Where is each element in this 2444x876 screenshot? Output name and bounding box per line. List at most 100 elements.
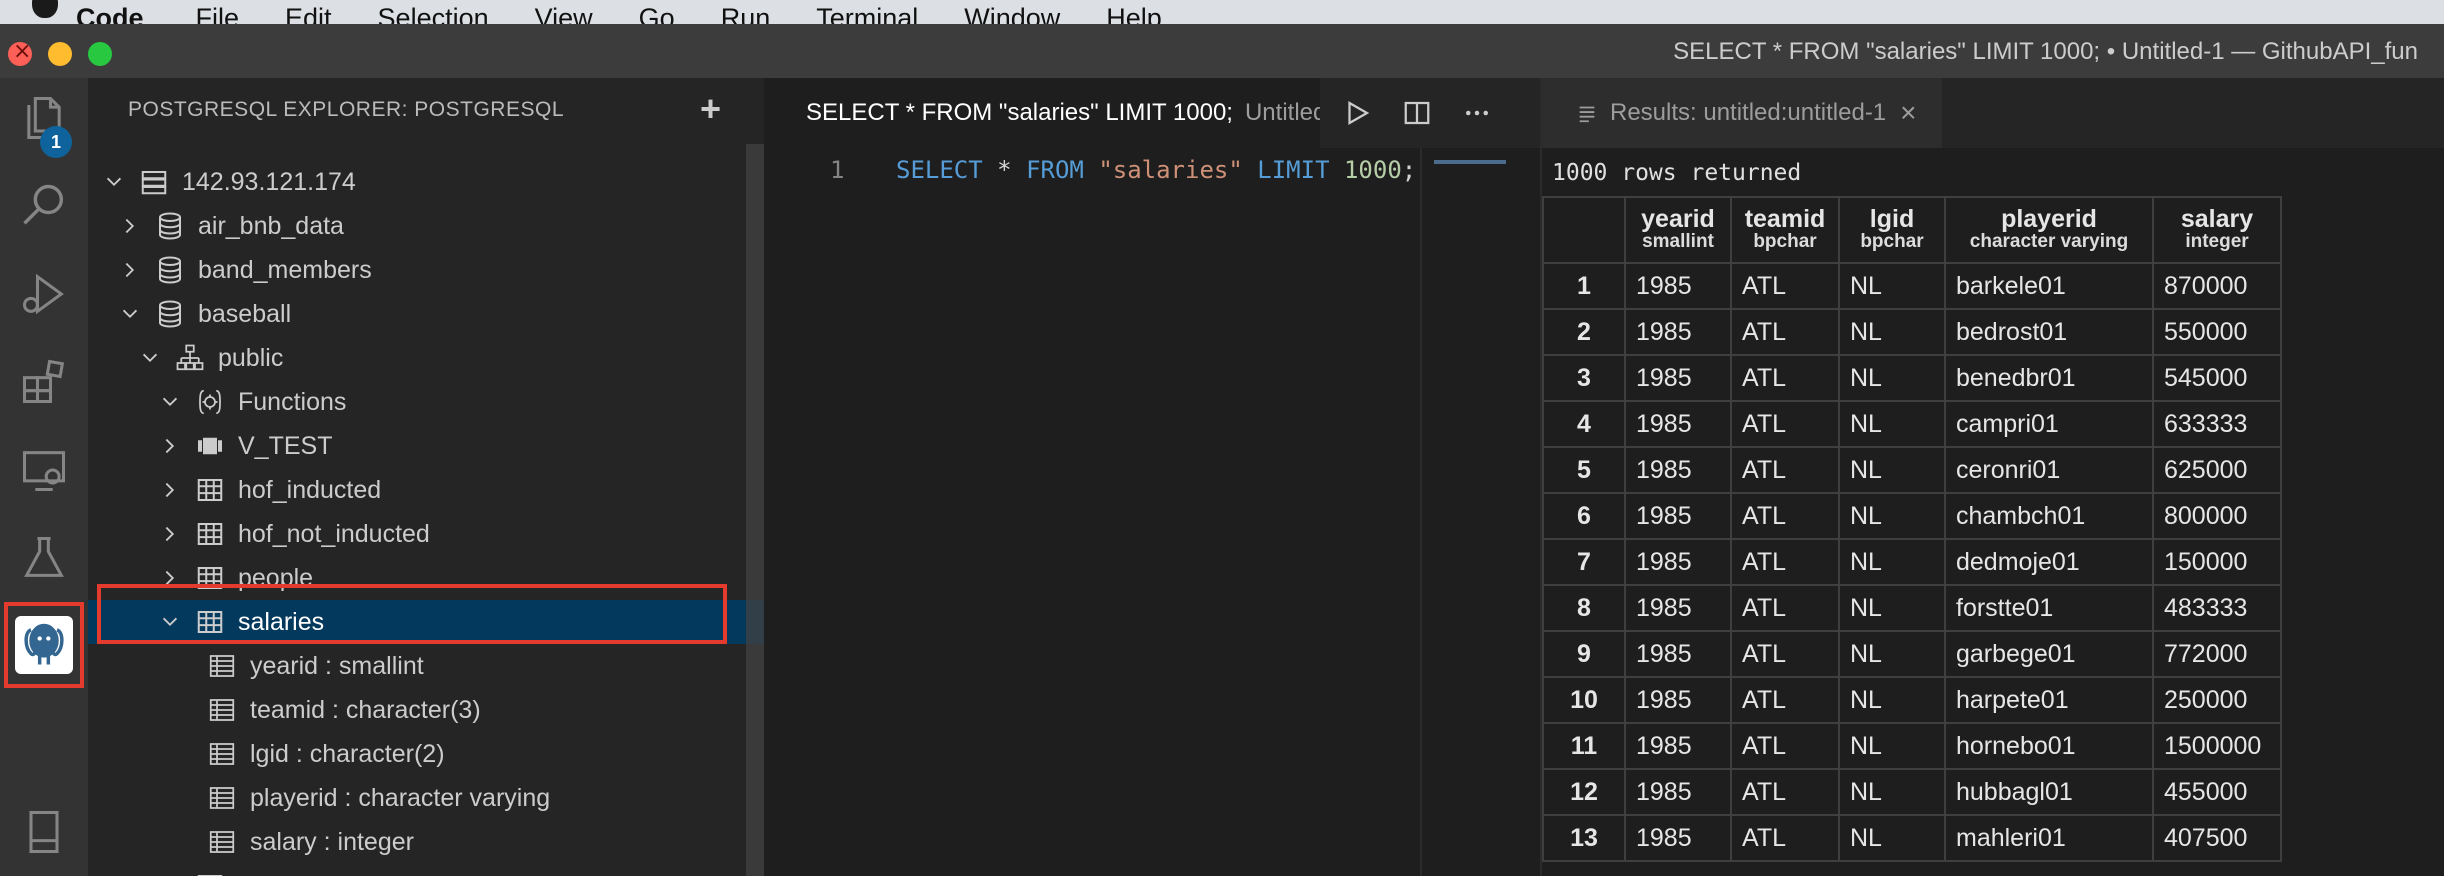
results-tab-title: Results: untitled:untitled-1 xyxy=(1610,99,1887,126)
tree-item[interactable]: people xyxy=(88,556,764,600)
chevron-down-icon[interactable] xyxy=(136,344,164,372)
menu-run[interactable]: Run xyxy=(721,5,771,25)
chevron-right-icon[interactable] xyxy=(116,256,144,284)
window-title: SELECT * FROM "salaries" LIMIT 1000; • U… xyxy=(1673,38,2418,65)
apple-icon[interactable] xyxy=(28,0,76,24)
tree-item[interactable]: lgid : character(2) xyxy=(88,732,764,776)
tree-item[interactable]: air_bnb_data xyxy=(88,204,764,248)
zoom-window-button[interactable] xyxy=(88,42,112,66)
chevron-right-icon[interactable] xyxy=(116,212,144,240)
tree-item[interactable]: salaries2 xyxy=(88,864,764,876)
bookmark-activity[interactable] xyxy=(0,792,88,872)
table-row[interactable]: 3 1985 ATL NL benedbr01 545000 xyxy=(1542,354,2282,402)
sql-code-line[interactable]: SELECT * FROM "salaries" LIMIT 1000; xyxy=(896,156,1416,184)
column-header[interactable]: teamid bpchar xyxy=(1730,196,1840,264)
minimize-window-button[interactable] xyxy=(48,42,72,66)
run-query-icon[interactable] xyxy=(1342,98,1372,128)
table-row[interactable]: 1 1985 ATL NL barkele01 870000 xyxy=(1542,262,2282,310)
menu-terminal[interactable]: Terminal xyxy=(816,5,918,25)
tree-item[interactable]: salary : integer xyxy=(88,820,764,864)
chevron-right-icon[interactable] xyxy=(156,520,184,548)
table-cell: barkele01 xyxy=(1944,262,2154,310)
column-header[interactable]: yearid smallint xyxy=(1624,196,1732,264)
chevron-down-icon[interactable] xyxy=(156,388,184,416)
menu-view[interactable]: View xyxy=(535,5,593,25)
table-row[interactable]: 12 1985 ATL NL hubbagl01 455000 xyxy=(1542,768,2282,816)
menu-selection[interactable]: Selection xyxy=(378,5,489,25)
table-cell: ceronri01 xyxy=(1944,446,2154,494)
chevron-right-icon[interactable] xyxy=(156,476,184,504)
column-icon xyxy=(206,694,238,726)
server-icon xyxy=(138,166,170,198)
chevron-down-icon[interactable] xyxy=(100,168,128,196)
column-header[interactable]: lgid bpchar xyxy=(1838,196,1946,264)
sidebar-scrollbar[interactable] xyxy=(746,144,764,876)
close-window-button[interactable] xyxy=(8,39,32,66)
editor-actions xyxy=(1320,78,1540,148)
table-cell: NL xyxy=(1838,492,1946,540)
close-results-tab-button[interactable]: × xyxy=(1900,97,1916,129)
table-cell: 625000 xyxy=(2152,446,2282,494)
explorer-activity[interactable]: 1 xyxy=(0,78,88,158)
chevron-right-icon[interactable] xyxy=(156,872,184,876)
results-body: 1000 rows returned yearid smallint teamid b… xyxy=(1542,148,2444,876)
table-cell: ATL xyxy=(1730,814,1840,862)
search-activity[interactable] xyxy=(0,166,88,246)
postgresql-activity[interactable] xyxy=(4,602,84,688)
menu-window[interactable]: Window xyxy=(964,5,1060,25)
menu-edit[interactable]: Edit xyxy=(285,5,332,25)
table-row[interactable]: 5 1985 ATL NL ceronri01 625000 xyxy=(1542,446,2282,494)
chevron-right-icon[interactable] xyxy=(156,432,184,460)
menu-help[interactable]: Help xyxy=(1106,5,1162,25)
table-cell: ATL xyxy=(1730,354,1840,402)
editor-tab-untitled-1[interactable]: SELECT * FROM "salaries" LIMIT 1000; Unt… xyxy=(764,78,1324,148)
chevron-down-icon[interactable] xyxy=(156,608,184,636)
chevron-right-icon[interactable] xyxy=(156,564,184,592)
tree-item-label: baseball xyxy=(198,299,292,328)
tree-item[interactable]: teamid : character(3) xyxy=(88,688,764,732)
menu-file[interactable]: File xyxy=(196,5,240,25)
column-header[interactable] xyxy=(1542,196,1626,264)
table-row[interactable]: 11 1985 ATL NL hornebo01 1500000 xyxy=(1542,722,2282,770)
tree-item[interactable]: public xyxy=(88,336,764,380)
column-header[interactable]: playerid character varying xyxy=(1944,196,2154,264)
tree-item[interactable]: band_members xyxy=(88,248,764,292)
menu-code[interactable]: Code xyxy=(76,5,144,25)
table-row[interactable]: 4 1985 ATL NL campri01 633333 xyxy=(1542,400,2282,448)
tree-item[interactable]: salaries xyxy=(88,600,764,644)
tree-item[interactable]: playerid : character varying xyxy=(88,776,764,820)
editor-tab-title: SELECT * FROM "salaries" LIMIT 1000; xyxy=(806,99,1233,126)
table-row[interactable]: 7 1985 ATL NL dedmoje01 150000 xyxy=(1542,538,2282,586)
table-row[interactable]: 10 1985 ATL NL harpete01 250000 xyxy=(1542,676,2282,724)
tree-item[interactable]: V_TEST xyxy=(88,424,764,468)
add-connection-button[interactable]: + xyxy=(700,88,721,130)
table-row[interactable]: 9 1985 ATL NL garbege01 772000 xyxy=(1542,630,2282,678)
results-tab[interactable]: Results: untitled:untitled-1 × xyxy=(1542,78,1942,148)
table-cell: ATL xyxy=(1730,492,1840,540)
tree-item[interactable]: hof_not_inducted xyxy=(88,512,764,556)
table-row[interactable]: 13 1985 ATL NL mahleri01 407500 xyxy=(1542,814,2282,862)
menu-go[interactable]: Go xyxy=(639,5,675,25)
tree-item[interactable]: yearid : smallint xyxy=(88,644,764,688)
split-editor-icon[interactable] xyxy=(1402,98,1432,128)
chevron-down-icon[interactable] xyxy=(116,300,144,328)
extensions-activity[interactable] xyxy=(0,342,88,422)
remote-explorer-activity[interactable] xyxy=(0,430,88,510)
tree-item[interactable]: Functions xyxy=(88,380,764,424)
table-cell: forstte01 xyxy=(1944,584,2154,632)
run-debug-activity[interactable] xyxy=(0,254,88,334)
column-header[interactable]: salary integer xyxy=(2152,196,2282,264)
table-row[interactable]: 6 1985 ATL NL chambch01 800000 xyxy=(1542,492,2282,540)
more-actions-icon[interactable] xyxy=(1462,98,1492,128)
minimap[interactable] xyxy=(1420,148,1540,876)
database-icon xyxy=(154,298,186,330)
row-index-cell: 3 xyxy=(1542,354,1626,402)
tree-item[interactable]: hof_inducted xyxy=(88,468,764,512)
table-row[interactable]: 8 1985 ATL NL forstte01 483333 xyxy=(1542,584,2282,632)
testing-activity[interactable] xyxy=(0,518,88,598)
tree-item[interactable]: 142.93.121.174 xyxy=(88,160,764,204)
table-icon xyxy=(194,518,226,550)
table-icon xyxy=(194,562,226,594)
tree-item[interactable]: baseball xyxy=(88,292,764,336)
table-row[interactable]: 2 1985 ATL NL bedrost01 550000 xyxy=(1542,308,2282,356)
